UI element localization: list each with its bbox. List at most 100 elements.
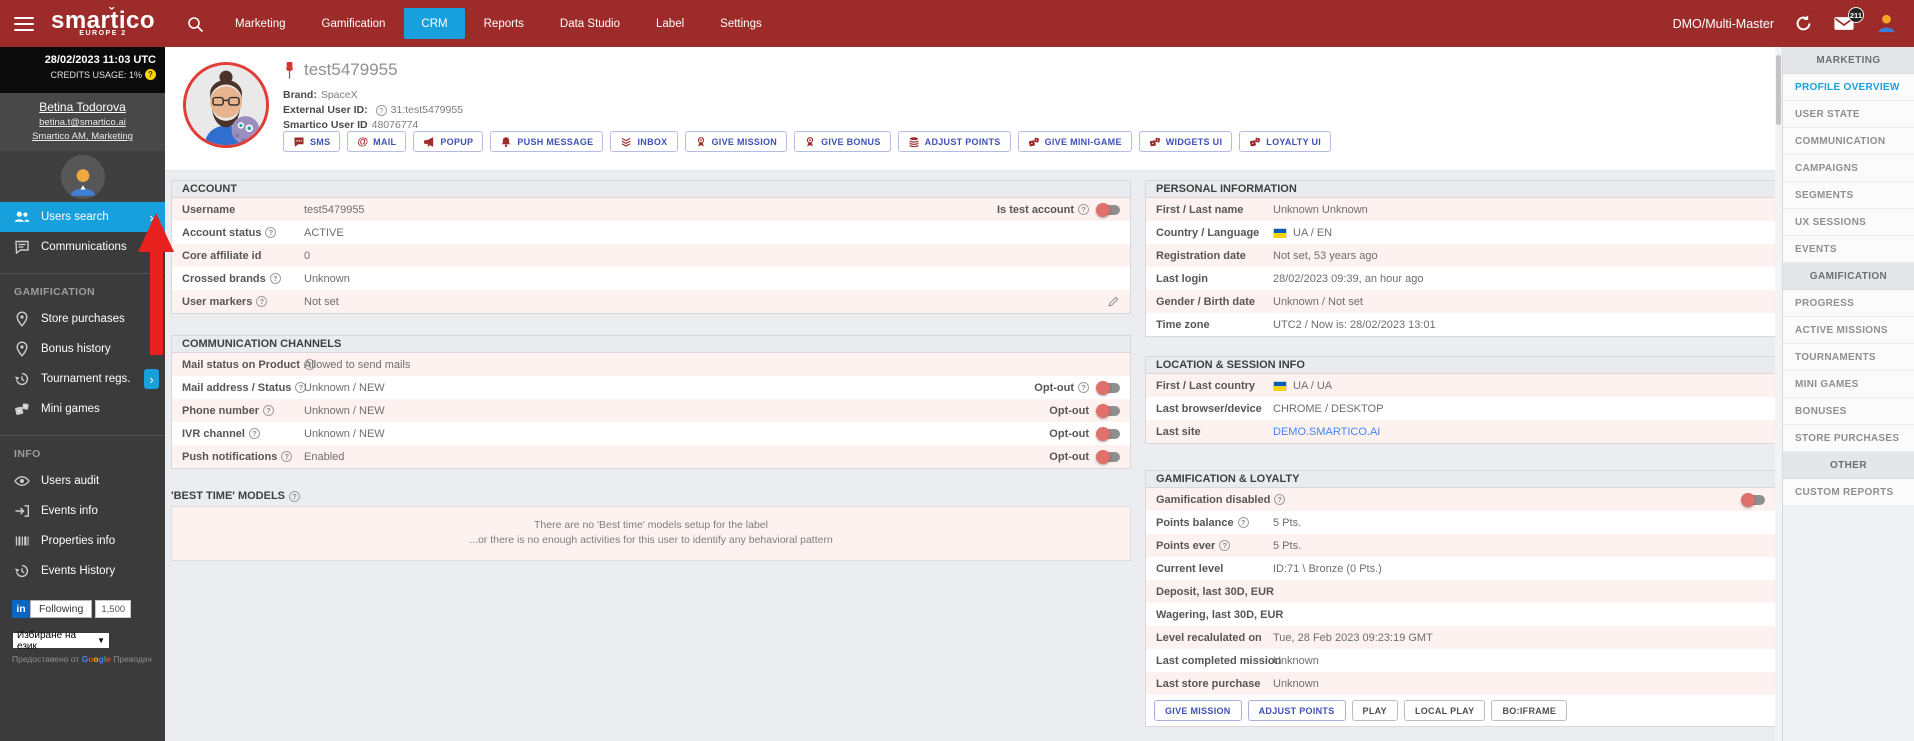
button-adjust-points[interactable]: ADJUST POINTS: [1247, 700, 1346, 721]
user-role-link[interactable]: Smartico AM, Marketing: [0, 131, 165, 142]
action-button-widgets-ui[interactable]: WIDGETS UI: [1138, 131, 1233, 152]
help-icon[interactable]: ?: [1274, 494, 1286, 505]
action-button-loyalty-ui[interactable]: LOYALTY UI: [1239, 131, 1332, 152]
right-menu-item-events[interactable]: EVENTS: [1783, 236, 1914, 263]
button-play[interactable]: PLAY: [1351, 700, 1398, 721]
help-icon[interactable]: ?: [256, 296, 268, 307]
main-scrollbar[interactable]: [1775, 47, 1782, 741]
row-label: Push notifications?: [182, 451, 304, 463]
right-menu-item-custom-reports[interactable]: CUSTOM REPORTS: [1783, 479, 1914, 506]
sidebar-item-users-audit[interactable]: Users audit: [0, 466, 165, 496]
right-menu-item-store-purchases[interactable]: STORE PURCHASES: [1783, 425, 1914, 452]
action-button-mail[interactable]: @ MAIL: [347, 131, 407, 152]
sidebar-item-events-info[interactable]: Events info: [0, 496, 165, 526]
row-value[interactable]: DEMO.SMARTICO.AI: [1273, 426, 1380, 438]
nav-item-data-studio[interactable]: Data Studio: [543, 8, 637, 39]
nav-item-marketing[interactable]: Marketing: [218, 8, 303, 39]
action-button-adjust-points[interactable]: ADJUST POINTS: [897, 131, 1011, 152]
sidebar-item-tournament-regs[interactable]: Tournament regs. ›: [0, 364, 165, 394]
right-menu-item-user-state[interactable]: USER STATE: [1783, 101, 1914, 128]
toggle-off[interactable]: [1096, 380, 1120, 395]
nav-item-gamification[interactable]: Gamification: [305, 8, 403, 39]
language-select[interactable]: Избиране на език ▼: [12, 630, 110, 652]
right-menu-item-profile-overview[interactable]: PROFILE OVERVIEW: [1783, 74, 1914, 101]
toggle-off[interactable]: [1741, 492, 1765, 507]
right-menu-header-other: OTHER: [1783, 452, 1914, 479]
logo-caron: ˇ: [109, 5, 115, 22]
right-menu-item-progress[interactable]: PROGRESS: [1783, 290, 1914, 317]
chevron-right-icon[interactable]: ›: [144, 369, 159, 389]
nav-item-crm[interactable]: CRM: [404, 8, 465, 39]
help-icon[interactable]: ?: [281, 451, 293, 462]
toggle-off[interactable]: [1096, 426, 1120, 441]
right-menu-item-tournaments[interactable]: TOURNAMENTS: [1783, 344, 1914, 371]
help-icon[interactable]: ?: [263, 405, 275, 416]
help-icon[interactable]: ?: [269, 273, 281, 284]
right-menu-item-campaigns[interactable]: CAMPAIGNS: [1783, 155, 1914, 182]
pushpin-icon[interactable]: [283, 61, 296, 80]
credits-help-icon[interactable]: ?: [145, 69, 156, 80]
right-menu-item-bonuses[interactable]: BONUSES: [1783, 398, 1914, 425]
help-icon[interactable]: ?: [289, 490, 301, 502]
medal-icon: [695, 136, 707, 148]
action-button-give-mission[interactable]: GIVE MISSION: [684, 131, 788, 152]
left-column: ACCOUNT Username test5479955 Is test accoun…: [171, 180, 1131, 727]
right-menu-item-communication[interactable]: COMMUNICATION: [1783, 128, 1914, 155]
action-button-give-mini-game[interactable]: GIVE MINI-GAME: [1017, 131, 1132, 152]
right-menu-item-active-missions[interactable]: ACTIVE MISSIONS: [1783, 317, 1914, 344]
barcode-icon: [14, 533, 30, 549]
help-icon[interactable]: ?: [375, 104, 387, 116]
pin-icon: [14, 341, 30, 357]
right-menu-item-segments[interactable]: SEGMENTS: [1783, 182, 1914, 209]
row-right-label: Opt-out: [1049, 427, 1089, 440]
hamburger-menu-icon[interactable]: [14, 13, 34, 35]
linkedin-follow-button[interactable]: Following: [30, 600, 93, 618]
sidebar-item-properties-info[interactable]: Properties info: [0, 526, 165, 556]
linkedin-icon[interactable]: in: [12, 600, 30, 618]
help-icon[interactable]: ?: [1078, 204, 1089, 215]
toggle-off[interactable]: [1096, 403, 1120, 418]
user-name-link[interactable]: Betina Todorova: [0, 100, 165, 114]
coins-icon: [908, 136, 920, 148]
nav-item-label[interactable]: Label: [639, 8, 701, 39]
right-menu-item-mini-games[interactable]: MINI GAMES: [1783, 371, 1914, 398]
nav-item-reports[interactable]: Reports: [467, 8, 541, 39]
external-id-label: External User ID:: [283, 104, 368, 116]
action-button-sms[interactable]: SMS: [283, 131, 341, 152]
sidebar-item-events-history[interactable]: Events History: [0, 556, 165, 586]
right-menu-item-ux-sessions[interactable]: UX SESSIONS: [1783, 209, 1914, 236]
action-button-give-bonus[interactable]: GIVE BONUS: [794, 131, 891, 152]
action-button-inbox[interactable]: INBOX: [610, 131, 678, 152]
help-icon[interactable]: ?: [1237, 517, 1249, 528]
user-email-link[interactable]: betina.t@smartico.ai: [0, 117, 165, 128]
account-selector[interactable]: DMO/Multi-Master: [1673, 17, 1774, 31]
user-avatar-icon[interactable]: [1875, 12, 1898, 35]
button-bo-iframe[interactable]: BO:IFRAME: [1491, 700, 1568, 721]
row-label: Wagering, last 30D, EUR: [1156, 608, 1284, 621]
table-row-mail-address-status: Mail address / Status? Unknown / NEW Opt-o…: [172, 376, 1130, 399]
mail-icon[interactable]: 211: [1833, 7, 1864, 32]
edit-pencil-icon[interactable]: [1107, 295, 1120, 308]
scrollbar-thumb[interactable]: [1776, 55, 1781, 125]
search-icon[interactable]: [186, 15, 204, 33]
toggle-off[interactable]: [1096, 202, 1120, 217]
profile-avatar[interactable]: [183, 62, 269, 148]
button-give-mission[interactable]: GIVE MISSION: [1154, 700, 1242, 721]
nav-item-settings[interactable]: Settings: [703, 8, 779, 39]
row-label: Last login: [1156, 272, 1208, 285]
help-icon[interactable]: ?: [248, 428, 260, 439]
sidebar-item-mini-games[interactable]: Mini games: [0, 394, 165, 424]
action-button-push-message[interactable]: PUSH MESSAGE: [490, 131, 604, 152]
help-icon[interactable]: ?: [265, 227, 277, 238]
help-icon[interactable]: ?: [1078, 382, 1089, 393]
medal-icon: [804, 136, 816, 148]
toggle-off[interactable]: [1096, 449, 1120, 464]
table-row-points-ever: Points ever? 5 Pts.: [1146, 534, 1775, 557]
action-button-popup[interactable]: POPUP: [413, 131, 484, 152]
refresh-icon[interactable]: [1794, 14, 1813, 33]
row-value: UA / UA: [1273, 380, 1332, 392]
table-row-crossed-brands: Crossed brands? Unknown: [172, 267, 1130, 290]
row-label: Mail status on Product?: [182, 359, 315, 371]
button-local-play[interactable]: LOCAL PLAY: [1403, 700, 1486, 721]
help-icon[interactable]: ?: [1219, 540, 1231, 551]
